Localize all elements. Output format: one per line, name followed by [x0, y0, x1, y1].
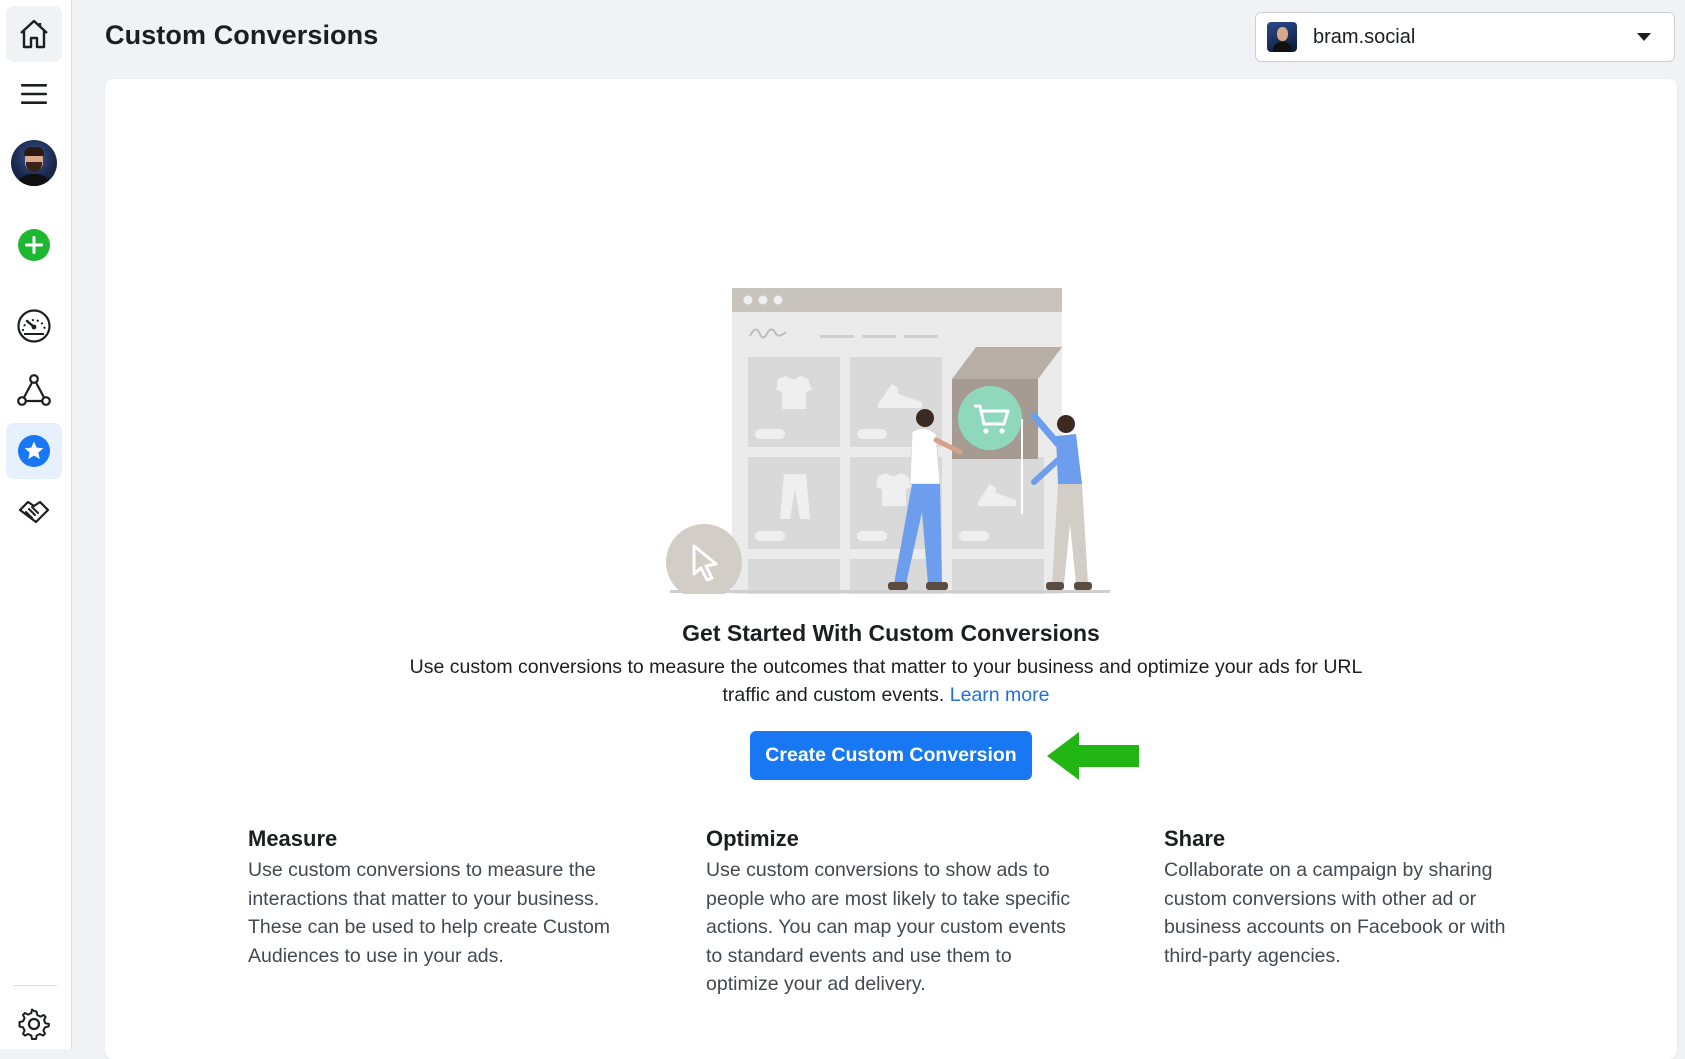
green-arrow-annotation	[1047, 732, 1139, 780]
description-text: Use custom conversions to measure the ou…	[409, 656, 1363, 706]
shopping-illustration	[666, 288, 1110, 594]
handshake-icon	[18, 500, 50, 524]
feature-text: Use custom conversions to show ads to pe…	[706, 859, 1071, 995]
home-icon	[20, 19, 48, 49]
page-title: Custom Conversions	[105, 20, 379, 50]
avatar	[11, 140, 57, 186]
create-custom-conversion-button[interactable]: Create Custom Conversion	[750, 731, 1032, 780]
rail-divider	[13, 985, 57, 986]
audiences-button[interactable]	[6, 362, 62, 418]
create-button[interactable]	[6, 217, 62, 273]
feature-optimize: Optimize Use custom conversions to show …	[706, 826, 1086, 999]
home-button[interactable]	[6, 6, 62, 62]
feature-title: Share	[1164, 826, 1226, 851]
learn-more-link[interactable]: Learn more	[950, 684, 1050, 706]
network-icon	[17, 374, 51, 406]
gear-icon	[18, 1008, 50, 1040]
feature-title: Measure	[248, 826, 338, 851]
empty-state-headline: Get Started With Custom Conversions	[682, 620, 1100, 646]
left-nav-rail	[0, 0, 72, 1049]
feature-text: Use custom conversions to measure the in…	[248, 859, 611, 967]
caret-down-icon	[1637, 33, 1651, 41]
menu-button[interactable]	[6, 66, 62, 122]
account-avatar	[1267, 22, 1297, 52]
ad-account-selector[interactable]: bram.social	[1255, 12, 1675, 62]
feature-text: Collaborate on a campaign by sharing cus…	[1164, 859, 1506, 967]
events-manager-button[interactable]	[6, 423, 62, 479]
gauge-icon	[17, 309, 51, 343]
ads-reporting-button[interactable]	[6, 298, 62, 354]
settings-button[interactable]	[6, 996, 62, 1052]
feature-share: Share Collaborate on a campaign by shari…	[1164, 826, 1544, 970]
star-circle-icon	[18, 435, 50, 467]
feature-measure: Measure Use custom conversions to measur…	[248, 826, 628, 970]
plus-circle-icon	[18, 229, 50, 261]
main-content-card: Get Started With Custom Conversions Use …	[105, 79, 1677, 1059]
account-name: bram.social	[1313, 25, 1416, 48]
menu-icon	[21, 84, 47, 104]
empty-state-description: Use custom conversions to measure the ou…	[405, 653, 1367, 709]
profile-avatar-button[interactable]	[6, 135, 62, 191]
feature-title: Optimize	[706, 826, 799, 851]
partners-button[interactable]	[6, 484, 62, 540]
